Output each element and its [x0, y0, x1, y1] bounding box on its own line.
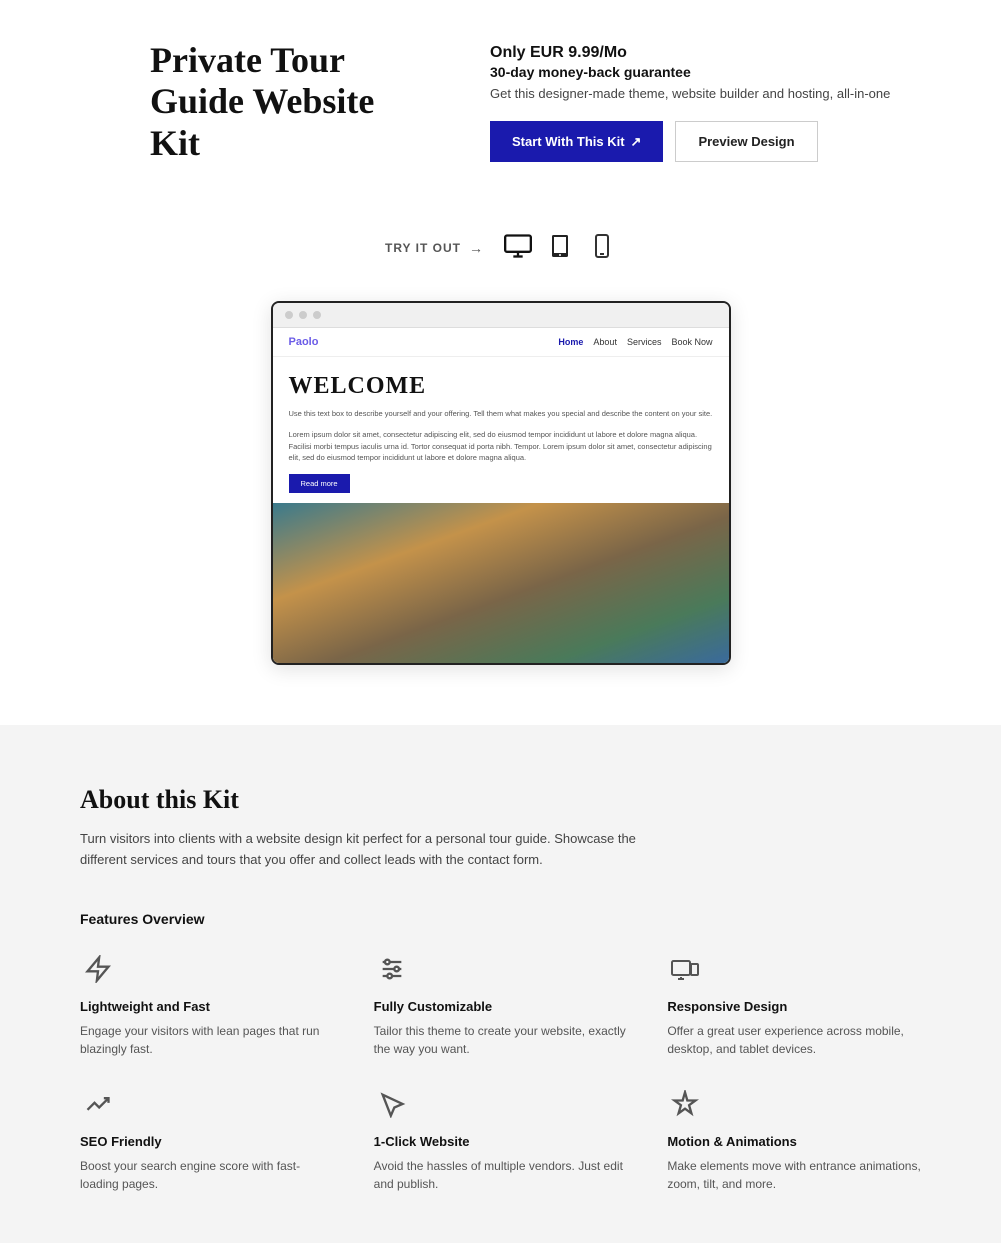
mini-nav: Paolo Home About Services Book Now: [273, 328, 729, 357]
mobile-icon[interactable]: [588, 234, 616, 261]
hero-price: Only EUR 9.99/Mo: [490, 44, 890, 62]
feature-motion-desc: Make elements move with entrance animati…: [667, 1157, 921, 1193]
chart-icon: [80, 1086, 116, 1122]
feature-responsive-name: Responsive Design: [667, 999, 921, 1014]
mini-welcome-text2: Lorem ipsum dolor sit amet, consectetur …: [289, 429, 713, 463]
browser-dot-3: [313, 311, 321, 319]
browser-dot-1: [285, 311, 293, 319]
lightning-icon: [80, 951, 116, 987]
mini-nav-services[interactable]: Services: [627, 337, 662, 347]
mini-read-more-button[interactable]: Read more: [289, 474, 350, 493]
mini-nav-links: Home About Services Book Now: [558, 337, 712, 347]
feature-seo-name: SEO Friendly: [80, 1134, 334, 1149]
start-kit-button[interactable]: Start With This Kit ↗: [490, 121, 663, 162]
preview-design-button[interactable]: Preview Design: [675, 121, 817, 162]
preview-section: Paolo Home About Services Book Now WELCO…: [0, 281, 1001, 725]
mini-welcome-text: Use this text box to describe yourself a…: [289, 408, 713, 419]
device-icons: [504, 234, 616, 261]
about-title: About this Kit: [80, 785, 921, 815]
hero-description: Get this designer-made theme, website bu…: [490, 86, 890, 101]
features-overview-title: Features Overview: [80, 911, 921, 927]
features-grid: Lightweight and Fast Engage your visitor…: [80, 951, 921, 1193]
responsive-icon: [667, 951, 703, 987]
mini-nav-book[interactable]: Book Now: [671, 337, 712, 347]
feature-lightweight-name: Lightweight and Fast: [80, 999, 334, 1014]
feature-motion: Motion & Animations Make elements move w…: [667, 1086, 921, 1193]
sparkle-icon: [667, 1086, 703, 1122]
feature-motion-name: Motion & Animations: [667, 1134, 921, 1149]
hero-guarantee: 30-day money-back guarantee: [490, 64, 890, 80]
feature-responsive-desc: Offer a great user experience across mob…: [667, 1022, 921, 1058]
mini-welcome-heading: WELCOME: [289, 373, 713, 400]
desktop-icon[interactable]: [504, 234, 532, 261]
arrow-right-icon: →: [469, 240, 484, 256]
mini-welcome-section: WELCOME Use this text box to describe yo…: [273, 357, 729, 503]
about-section: About this Kit Turn visitors into client…: [0, 725, 1001, 1243]
mini-nav-about[interactable]: About: [593, 337, 617, 347]
feature-seo-desc: Boost your search engine score with fast…: [80, 1157, 334, 1193]
cursor-icon: [374, 1086, 410, 1122]
mini-nav-home[interactable]: Home: [558, 337, 583, 347]
mini-logo: Paolo: [289, 336, 319, 348]
try-it-out-section: TRY IT OUT →: [0, 204, 1001, 281]
sliders-icon: [374, 951, 410, 987]
about-description: Turn visitors into clients with a websit…: [80, 829, 680, 871]
feature-responsive: Responsive Design Offer a great user exp…: [667, 951, 921, 1058]
mini-image-overlay: [273, 503, 729, 663]
hero-right: Only EUR 9.99/Mo 30-day money-back guara…: [490, 40, 890, 162]
browser-frame: Paolo Home About Services Book Now WELCO…: [271, 301, 731, 665]
hero-title: Private Tour Guide Website Kit: [150, 40, 430, 164]
feature-customizable-name: Fully Customizable: [374, 999, 628, 1014]
feature-seo: SEO Friendly Boost your search engine sc…: [80, 1086, 334, 1193]
try-label: TRY IT OUT →: [385, 240, 484, 256]
hero-buttons: Start With This Kit ↗ Preview Design: [490, 121, 890, 162]
feature-lightweight-desc: Engage your visitors with lean pages tha…: [80, 1022, 334, 1058]
browser-dot-2: [299, 311, 307, 319]
tablet-icon[interactable]: [546, 234, 574, 261]
feature-oneclick-name: 1-Click Website: [374, 1134, 628, 1149]
arrow-icon: ↗: [631, 134, 642, 150]
feature-lightweight: Lightweight and Fast Engage your visitor…: [80, 951, 334, 1058]
browser-bar: [273, 303, 729, 328]
feature-oneclick-desc: Avoid the hassles of multiple vendors. J…: [374, 1157, 628, 1193]
feature-customizable-desc: Tailor this theme to create your website…: [374, 1022, 628, 1058]
browser-content: Paolo Home About Services Book Now WELCO…: [273, 328, 729, 663]
mini-preview-image: [273, 503, 729, 663]
hero-section: Private Tour Guide Website Kit Only EUR …: [0, 0, 1001, 204]
feature-customizable: Fully Customizable Tailor this theme to …: [374, 951, 628, 1058]
feature-oneclick: 1-Click Website Avoid the hassles of mul…: [374, 1086, 628, 1193]
